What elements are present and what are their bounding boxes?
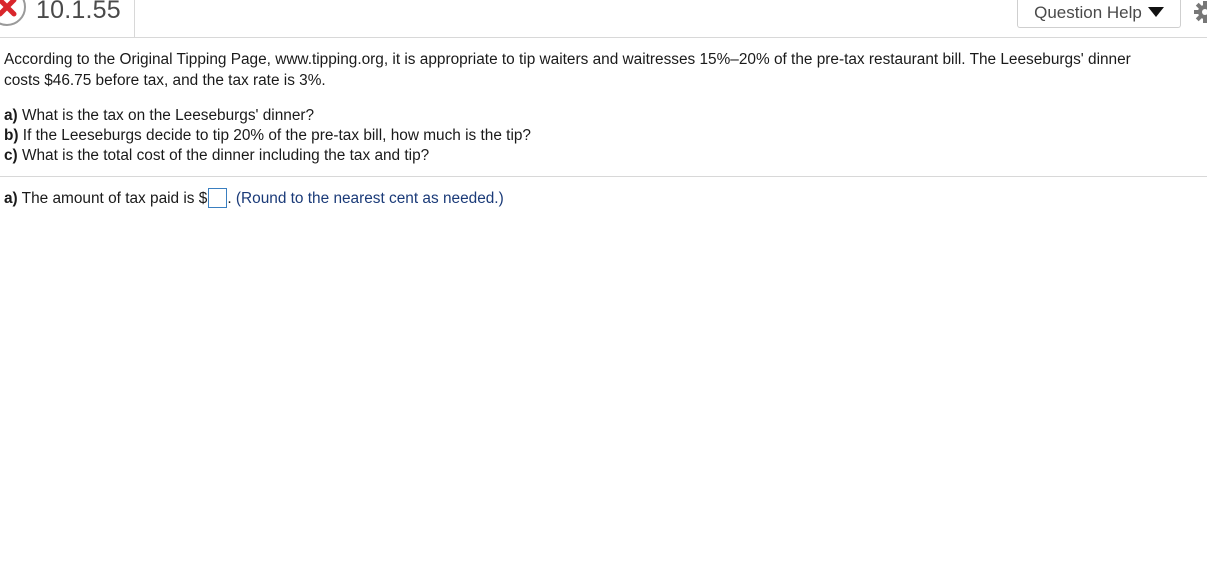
question-header: 10.1.55 Question Help	[0, 0, 1207, 38]
rounding-hint: (Round to the nearest cent as needed.)	[235, 190, 504, 207]
question-help-button[interactable]: Question Help	[1017, 0, 1181, 28]
problem-intro: According to the Original Tipping Page, …	[4, 49, 1202, 91]
part-label: b)	[4, 127, 19, 144]
incorrect-x-icon	[0, 0, 26, 26]
part-label: c)	[4, 147, 18, 164]
question-help-label: Question Help	[1034, 2, 1142, 22]
header-divider	[134, 0, 135, 37]
problem-intro-line2: costs $46.75 before tax, and the tax rat…	[4, 72, 326, 89]
problem-statement: According to the Original Tipping Page, …	[4, 49, 1202, 166]
part-text: What is the total cost of the dinner inc…	[17, 147, 430, 164]
section-divider	[0, 176, 1207, 177]
part-text: If the Leeseburgs decide to tip 20% of t…	[18, 127, 531, 144]
tax-answer-input[interactable]	[208, 188, 228, 208]
answer-suffix: .	[227, 190, 236, 207]
answer-row: a) The amount of tax paid is $. (Round t…	[4, 188, 504, 210]
part-label: a)	[4, 107, 18, 124]
answer-label: a)	[4, 190, 18, 207]
question-part-b: b) If the Leeseburgs decide to tip 20% o…	[4, 126, 1202, 146]
question-part-c: c) What is the total cost of the dinner …	[4, 146, 1202, 166]
question-parts: a) What is the tax on the Leeseburgs' di…	[4, 106, 1202, 166]
question-number: 10.1.55	[36, 0, 121, 24]
gear-icon[interactable]	[1193, 0, 1207, 24]
answer-prefix: The amount of tax paid is $	[17, 190, 208, 207]
part-text: What is the tax on the Leeseburgs' dinne…	[17, 107, 315, 124]
dropdown-triangle-icon	[1147, 3, 1164, 23]
question-part-a: a) What is the tax on the Leeseburgs' di…	[4, 106, 1202, 126]
problem-intro-line1: According to the Original Tipping Page, …	[4, 51, 1131, 68]
